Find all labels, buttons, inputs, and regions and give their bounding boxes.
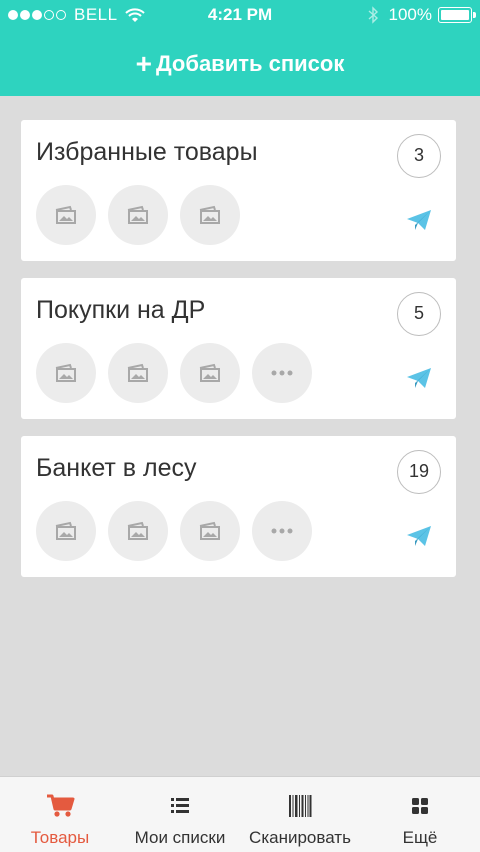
tab-label: Мои списки bbox=[134, 828, 226, 847]
image-icon bbox=[199, 521, 220, 540]
add-list-label: Добавить список bbox=[155, 51, 345, 76]
tab-products[interactable]: Товары bbox=[0, 777, 120, 852]
product-thumbnail[interactable] bbox=[108, 343, 168, 403]
more-items-button[interactable] bbox=[252, 343, 312, 403]
image-icon bbox=[127, 521, 148, 540]
more-dots-icon bbox=[271, 528, 293, 534]
product-thumbnail[interactable] bbox=[108, 501, 168, 561]
image-icon bbox=[127, 363, 148, 382]
product-thumbnail[interactable] bbox=[180, 185, 240, 245]
image-icon bbox=[199, 363, 220, 382]
image-icon bbox=[199, 205, 220, 224]
product-thumbnail[interactable] bbox=[36, 501, 96, 561]
list-card[interactable]: Банкет в лесу 19 bbox=[21, 436, 456, 577]
tab-bar: Товары Мои списки Сканировать Ещё bbox=[0, 776, 480, 852]
add-list-button[interactable]: + Добавить список bbox=[0, 48, 480, 80]
image-icon bbox=[55, 205, 76, 224]
thumbnail-row bbox=[36, 343, 324, 403]
product-thumbnail[interactable] bbox=[108, 185, 168, 245]
more-dots-icon bbox=[271, 370, 293, 376]
item-count-badge: 19 bbox=[397, 450, 441, 494]
list-card[interactable]: Покупки на ДР 5 bbox=[21, 278, 456, 419]
product-thumbnail[interactable] bbox=[36, 185, 96, 245]
cart-icon bbox=[47, 794, 75, 817]
image-icon bbox=[127, 205, 148, 224]
tab-label: Товары bbox=[30, 828, 90, 847]
status-right: 100% bbox=[368, 5, 476, 25]
grid-icon bbox=[412, 798, 428, 814]
tab-label: Ещё bbox=[402, 828, 438, 847]
image-icon bbox=[55, 363, 76, 382]
product-thumbnail[interactable] bbox=[36, 343, 96, 403]
list-title: Покупки на ДР bbox=[36, 296, 206, 324]
battery-icon bbox=[438, 7, 476, 23]
thumbnail-row bbox=[36, 501, 324, 561]
thumbnail-row bbox=[36, 185, 252, 245]
barcode-icon bbox=[289, 795, 312, 817]
product-thumbnail[interactable] bbox=[180, 343, 240, 403]
plus-icon: + bbox=[135, 48, 152, 79]
list-title: Избранные товары bbox=[36, 138, 258, 166]
send-icon[interactable] bbox=[406, 208, 432, 232]
list-title: Банкет в лесу bbox=[36, 454, 197, 482]
battery-percent: 100% bbox=[388, 5, 432, 24]
list-card[interactable]: Избранные товары 3 bbox=[21, 120, 456, 261]
item-count-badge: 3 bbox=[397, 134, 441, 178]
tab-label: Сканировать bbox=[249, 828, 351, 847]
send-icon[interactable] bbox=[406, 524, 432, 548]
tab-scan[interactable]: Сканировать bbox=[240, 777, 360, 852]
app-header: BELL 4:21 PM 100% + Добавить список bbox=[0, 0, 480, 96]
send-icon[interactable] bbox=[406, 366, 432, 390]
status-bar: BELL 4:21 PM 100% bbox=[0, 0, 480, 30]
tab-more[interactable]: Ещё bbox=[360, 777, 480, 852]
product-thumbnail[interactable] bbox=[180, 501, 240, 561]
list-icon bbox=[171, 798, 189, 813]
more-items-button[interactable] bbox=[252, 501, 312, 561]
tab-my-lists[interactable]: Мои списки bbox=[120, 777, 240, 852]
item-count-badge: 5 bbox=[397, 292, 441, 336]
image-icon bbox=[55, 521, 76, 540]
bluetooth-icon bbox=[368, 6, 378, 24]
